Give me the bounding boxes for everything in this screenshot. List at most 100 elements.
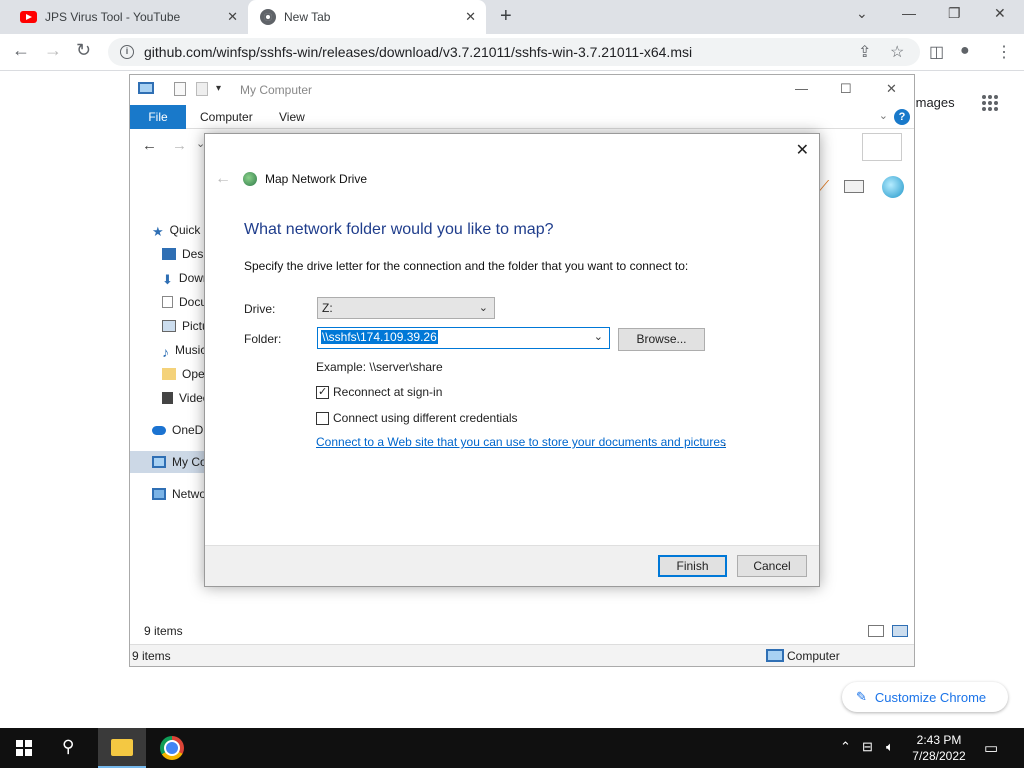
link-period: . — [723, 435, 727, 449]
address-bar[interactable]: i github.com/winfsp/sshfs-win/releases/d… — [108, 38, 920, 66]
drive-select[interactable]: Z: ⌄ — [317, 297, 495, 319]
chrome-tab-bar: JPS Virus Tool - YouTube ✕ New Tab ✕ + ⌄… — [0, 0, 1024, 34]
checkbox-unchecked[interactable] — [316, 411, 329, 425]
finish-button[interactable]: Finish — [658, 555, 727, 577]
tab-search-icon[interactable]: ⌄ — [856, 5, 868, 22]
close-icon[interactable]: ✕ — [796, 140, 809, 160]
tab-youtube[interactable]: JPS Virus Tool - YouTube ✕ — [8, 0, 248, 34]
search-box[interactable] — [862, 133, 902, 161]
chevron-down-icon: ⌄ — [478, 302, 488, 314]
sidebar-item-onedrive[interactable]: OneDrive — [152, 419, 210, 441]
notification-icon[interactable]: ▭ — [984, 739, 998, 757]
dialog-description: Specify the drive letter for the connect… — [244, 259, 689, 273]
share-icon[interactable]: ⇪ — [858, 42, 871, 62]
chevron-down-icon[interactable]: ⌄ — [594, 330, 603, 343]
credentials-checkbox[interactable]: Connect using different credentials — [316, 411, 518, 425]
sidebar-item-pictures[interactable]: Pictures — [162, 315, 210, 337]
large-icons-view-icon[interactable] — [892, 625, 908, 637]
side-panel-icon[interactable]: ◫ — [929, 42, 944, 62]
dialog-title-row: Map Network Drive — [243, 172, 367, 186]
volume-icon[interactable]: 🔈︎ — [886, 739, 894, 755]
bookmark-star-icon[interactable]: ☆ — [890, 42, 904, 62]
dialog-title: Map Network Drive — [265, 172, 368, 186]
taskbar: ⚲ ⌃ ⊟ 🔈︎ 2:43 PM 7/28/2022 ▭ — [0, 728, 1024, 768]
sidebar-item-label: Music — [175, 343, 207, 357]
tab-new-tab[interactable]: New Tab ✕ — [248, 0, 486, 34]
sidebar-item-desktop[interactable]: Desktop — [162, 243, 210, 265]
restore-icon[interactable]: ❐ — [948, 5, 961, 22]
close-window-icon[interactable]: ✕ — [994, 5, 1006, 22]
back-icon[interactable]: ← — [215, 170, 231, 188]
computer-icon — [138, 82, 154, 94]
sidebar-item-documents[interactable]: Documents — [162, 291, 210, 313]
credentials-label: Connect using different credentials — [333, 411, 518, 425]
windows-start-icon[interactable] — [16, 740, 32, 756]
menu-kebab-icon[interactable]: ⋮ — [996, 42, 1012, 62]
taskbar-chrome-icon[interactable] — [160, 736, 184, 760]
browse-button[interactable]: Browse... — [618, 328, 705, 351]
rename-icon[interactable] — [844, 180, 864, 193]
images-link[interactable]: Images — [912, 95, 955, 110]
tab-title: JPS Virus Tool - YouTube — [45, 10, 181, 24]
taskbar-file-explorer[interactable] — [98, 728, 146, 768]
sidebar-item-network[interactable]: Network — [152, 483, 210, 505]
web-site-link[interactable]: Connect to a Web site that you can use t… — [316, 435, 726, 449]
folder-value: \\sshfs\174.109.39.26 — [321, 330, 438, 344]
apps-grid-icon[interactable] — [982, 95, 998, 111]
close-window-icon[interactable]: ✕ — [886, 81, 897, 97]
explorer-ribbon: File Computer View ⌄ ? — [130, 105, 914, 129]
new-folder-icon[interactable] — [196, 82, 208, 96]
document-icon — [162, 296, 173, 308]
ribbon-tab-computer[interactable]: Computer — [200, 110, 253, 124]
customize-chrome-button[interactable]: ✎ Customize Chrome — [842, 682, 1008, 712]
maximize-icon[interactable]: ☐ — [840, 81, 852, 97]
minimize-icon[interactable]: — — [902, 5, 916, 21]
sidebar-item-music[interactable]: ♪ Music — [162, 339, 210, 361]
reconnect-checkbox[interactable]: Reconnect at sign-in — [316, 385, 442, 399]
new-tab-button[interactable]: + — [500, 5, 512, 28]
properties-icon[interactable] — [174, 82, 186, 96]
status-bar: 9 items Computer — [130, 644, 914, 666]
back-icon[interactable]: ← — [142, 137, 157, 154]
sidebar-item-videos[interactable]: Videos — [162, 387, 210, 409]
chrome-toolbar: ← → ↻ i github.com/winfsp/sshfs-win/rele… — [0, 34, 1024, 71]
info-icon[interactable]: i — [120, 45, 134, 59]
quick-access-dropdown-icon[interactable]: ▾ — [216, 83, 221, 94]
dialog-heading: What network folder would you like to ma… — [244, 221, 554, 238]
folder-input[interactable]: \\sshfs\174.109.39.26 ⌄ — [317, 327, 610, 349]
computer-icon — [766, 649, 784, 662]
clock[interactable]: 2:43 PM 7/28/2022 — [906, 732, 972, 764]
expand-ribbon-icon[interactable]: ⌄ — [879, 109, 888, 122]
minimize-icon[interactable]: — — [795, 81, 808, 96]
folder-icon — [162, 368, 176, 380]
example-text: Example: \\server\share — [316, 360, 443, 374]
items-count: 9 items — [144, 624, 183, 638]
close-tab-icon[interactable]: ✕ — [465, 9, 476, 25]
globe-icon[interactable] — [882, 176, 904, 198]
back-icon[interactable]: ← — [12, 40, 30, 61]
music-icon: ♪ — [162, 344, 169, 360]
folder-icon — [111, 739, 133, 756]
forward-icon[interactable]: → — [172, 137, 187, 154]
sidebar-item-downloads[interactable]: ⬇Downloads — [162, 267, 210, 289]
search-icon[interactable]: ⚲ — [62, 737, 74, 757]
reload-icon[interactable]: ↻ — [76, 40, 91, 61]
sidebar-item-my-computer[interactable]: My Computer — [130, 451, 206, 473]
tray-chevron-icon[interactable]: ⌃ — [840, 739, 851, 755]
sidebar-item-openvpn[interactable]: OpenVPN — [162, 363, 210, 385]
download-icon: ⬇ — [162, 272, 173, 287]
ribbon-tab-view[interactable]: View — [279, 110, 305, 124]
close-tab-icon[interactable]: ✕ — [227, 9, 238, 25]
cancel-button[interactable]: Cancel — [737, 555, 807, 577]
star-icon: ★ — [152, 224, 164, 239]
network-drive-icon — [243, 172, 257, 186]
details-view-icon[interactable] — [868, 625, 884, 637]
network-icon[interactable]: ⊟ — [862, 739, 873, 755]
sidebar-item-quick-access[interactable]: ★Quick access — [152, 219, 210, 241]
sidebar-item-label: My Computer — [172, 455, 206, 469]
ribbon-tab-file[interactable]: File — [130, 105, 186, 129]
profile-avatar-icon[interactable]: ● — [960, 42, 970, 60]
help-icon[interactable]: ? — [894, 109, 910, 125]
forward-icon[interactable]: → — [44, 40, 62, 61]
checkbox-checked[interactable] — [316, 385, 329, 399]
